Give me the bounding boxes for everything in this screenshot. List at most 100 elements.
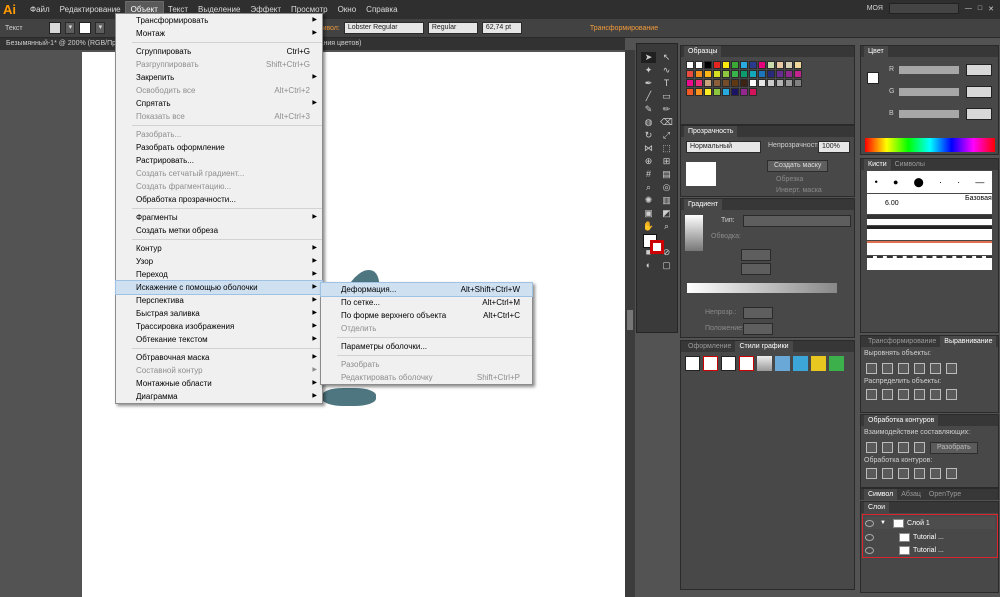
gradient-opacity-input[interactable] [743, 307, 773, 319]
free-transform-tool-icon[interactable]: ⬚ [659, 143, 674, 154]
swatch[interactable] [704, 88, 712, 96]
fill-dropdown-icon[interactable]: ▾ [64, 22, 75, 34]
swatch[interactable] [686, 70, 694, 78]
object-menu-item[interactable]: Монтажные области ▶ [116, 377, 322, 390]
menu-file[interactable]: Файл [25, 2, 55, 17]
vertical-scrollbar[interactable] [625, 50, 635, 597]
symbols-tab[interactable]: Символы [891, 159, 929, 170]
object-menu-item[interactable]: Спрятать ▶ [116, 97, 322, 110]
distribute-center-icon[interactable] [930, 389, 941, 400]
appearance-tab[interactable]: Оформление [684, 341, 735, 352]
graphic-styles-panel-header[interactable]: Оформление Стили графики [681, 341, 854, 352]
maximize-icon[interactable]: □ [978, 5, 982, 12]
minus-back-icon[interactable] [946, 468, 957, 479]
object-menu-item[interactable]: Растрировать... [116, 154, 322, 167]
swatch[interactable] [722, 88, 730, 96]
graphic-styles-tab[interactable]: Стили графики [735, 341, 793, 352]
swatch[interactable] [731, 88, 739, 96]
object-menu-item[interactable]: Перспектива ▶ [116, 294, 322, 307]
fill-swatch[interactable] [48, 22, 61, 34]
color-panel-header[interactable]: Цвет [861, 46, 998, 57]
swatches-panel-header[interactable]: Образцы [681, 46, 854, 57]
font-style-select[interactable]: Regular [427, 22, 478, 34]
visibility-eye-icon[interactable] [865, 546, 874, 554]
rectangle-tool-icon[interactable]: ▭ [659, 91, 674, 102]
swatch[interactable] [713, 70, 721, 78]
brush-presets[interactable]: • ● ⬤ · · — [867, 171, 992, 193]
pathfinder-panel-header[interactable]: Обработка контуров [861, 415, 998, 426]
swatch[interactable] [740, 79, 748, 87]
swatch[interactable] [686, 61, 694, 69]
layers-panel-header[interactable]: Слои [861, 502, 998, 513]
swatch[interactable] [785, 61, 793, 69]
swatch[interactable] [722, 61, 730, 69]
swatch[interactable] [722, 70, 730, 78]
swatch[interactable] [740, 70, 748, 78]
scroll-thumb[interactable] [627, 310, 633, 330]
pencil-tool-icon[interactable]: ✏ [659, 104, 674, 115]
unite-icon[interactable] [866, 442, 877, 453]
layer-name[interactable]: Tutorial ... [913, 534, 944, 541]
stroke-dropdown-icon[interactable]: ▾ [94, 22, 105, 34]
swatch[interactable] [713, 61, 721, 69]
blend-mode-select[interactable]: Нормальный [686, 141, 761, 153]
distribute-middle-icon[interactable] [882, 389, 893, 400]
envelope-menu-item[interactable]: Параметры оболочки... [321, 340, 532, 353]
paintbrush-tool-icon[interactable]: ✎ [641, 104, 656, 115]
gradient-tool-icon[interactable]: ▤ [659, 169, 674, 180]
object-menu-item[interactable]: Сгруппировать Ctrl+G [116, 45, 322, 58]
swatch[interactable] [794, 70, 802, 78]
object-menu-item[interactable]: Разобрать оформление [116, 141, 322, 154]
transform-tab[interactable]: Трансформирование [864, 336, 940, 347]
envelope-menu-item[interactable]: Редактировать оболочку Shift+Ctrl+P [321, 371, 532, 384]
green-value-input[interactable] [966, 86, 992, 98]
lettering-art-bottom[interactable] [322, 388, 376, 406]
align-left-icon[interactable] [866, 363, 877, 374]
swatch[interactable] [749, 70, 757, 78]
expand-button[interactable]: Разобрать [930, 441, 978, 454]
swatch[interactable] [713, 79, 721, 87]
font-family-select[interactable]: Lobster Regular [343, 22, 424, 34]
layer-row[interactable]: Tutorial ... [865, 544, 995, 556]
swatches-tab[interactable]: Образцы [684, 46, 722, 57]
distribute-bottom-icon[interactable] [898, 389, 909, 400]
invert-mask-checkbox[interactable]: Инверт. маска [776, 187, 822, 194]
object-menu-item[interactable]: Создать метки обреза [116, 224, 322, 237]
swatch[interactable] [749, 79, 757, 87]
align-top-icon[interactable] [914, 363, 925, 374]
help-search-input[interactable] [888, 3, 959, 14]
swatch[interactable] [686, 79, 694, 87]
graphic-style[interactable] [721, 356, 736, 371]
swatch[interactable] [740, 88, 748, 96]
object-menu-item[interactable]: Трансформировать ▶ [116, 14, 322, 27]
color-spectrum[interactable] [865, 138, 995, 152]
trim-icon[interactable] [882, 468, 893, 479]
brush-stroke-sample[interactable] [867, 241, 992, 255]
screen-mode-icon[interactable]: ▢ [659, 260, 674, 271]
opacity-input[interactable]: 100% [818, 141, 850, 153]
gradient-preview[interactable] [685, 215, 703, 251]
blue-slider[interactable] [899, 110, 959, 118]
expand-triangle-icon[interactable]: ▼ [880, 520, 886, 526]
swatch[interactable] [776, 61, 784, 69]
swatch[interactable] [785, 79, 793, 87]
minimize-icon[interactable]: — [965, 5, 972, 12]
swatch[interactable] [695, 79, 703, 87]
object-menu-item[interactable]: Освободить все Alt+Ctrl+2 [116, 84, 322, 97]
visibility-eye-icon[interactable] [865, 533, 874, 541]
envelope-menu-item[interactable]: Разобрать [321, 358, 532, 371]
swatch[interactable] [758, 70, 766, 78]
pen-tool-icon[interactable]: ✒ [641, 78, 656, 89]
graphic-style[interactable] [811, 356, 826, 371]
merge-icon[interactable] [898, 468, 909, 479]
draw-mode-icon[interactable]: ◐ [641, 260, 656, 271]
swatch[interactable] [794, 79, 802, 87]
object-menu-item[interactable]: Искажение с помощью оболочки ▶ [115, 280, 323, 295]
swatch[interactable] [767, 79, 775, 87]
swatch[interactable] [704, 70, 712, 78]
distribute-top-icon[interactable] [866, 389, 877, 400]
envelope-menu-item[interactable]: По сетке... Alt+Ctrl+M [321, 296, 532, 309]
intersect-icon[interactable] [898, 442, 909, 453]
swatch[interactable] [767, 70, 775, 78]
align-center-icon[interactable] [882, 363, 893, 374]
